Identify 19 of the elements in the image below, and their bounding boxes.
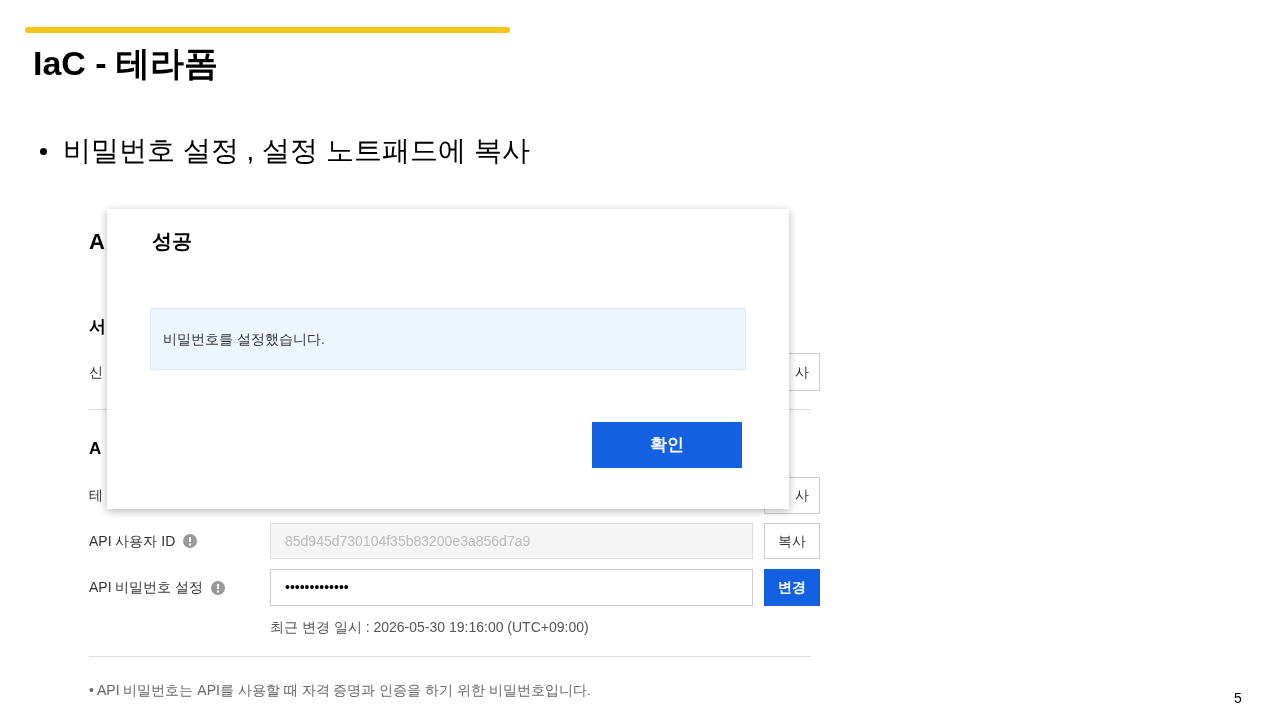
- input-field[interactable]: •••••••••••••: [270, 569, 753, 606]
- field-label: API 사용자 ID: [89, 531, 176, 551]
- confirm-button[interactable]: 확인: [592, 422, 742, 468]
- info-icon[interactable]: [183, 534, 198, 548]
- field-label: 신: [89, 362, 103, 382]
- note-text: • API 비밀번호는 API를 사용할 때 자격 증명과 인증을 하기 위한 비밀번호입니다.: [89, 681, 592, 700]
- change-button[interactable]: 변경: [764, 569, 820, 606]
- bullet-text: 비밀번호 설정 , 설정 노트패드에 복사: [63, 134, 530, 168]
- section-heading: 서: [89, 316, 106, 339]
- dialog-title: 성공: [151, 229, 193, 254]
- section-heading: A: [89, 438, 102, 461]
- page-heading: A: [89, 227, 105, 256]
- field-label: 테: [89, 486, 103, 505]
- info-icon[interactable]: [211, 580, 226, 595]
- message-box: 비밀번호를 설정했습니다.: [150, 308, 746, 370]
- last-changed-text: 최근 변경 일시 : 2026-05-30 19:16:00 (UTC+09:00): [270, 618, 590, 637]
- page-number: 5: [1234, 689, 1242, 708]
- field-label: API 비밀번호 설정: [89, 578, 204, 597]
- slide-title: IaC - 테라폼: [33, 43, 220, 84]
